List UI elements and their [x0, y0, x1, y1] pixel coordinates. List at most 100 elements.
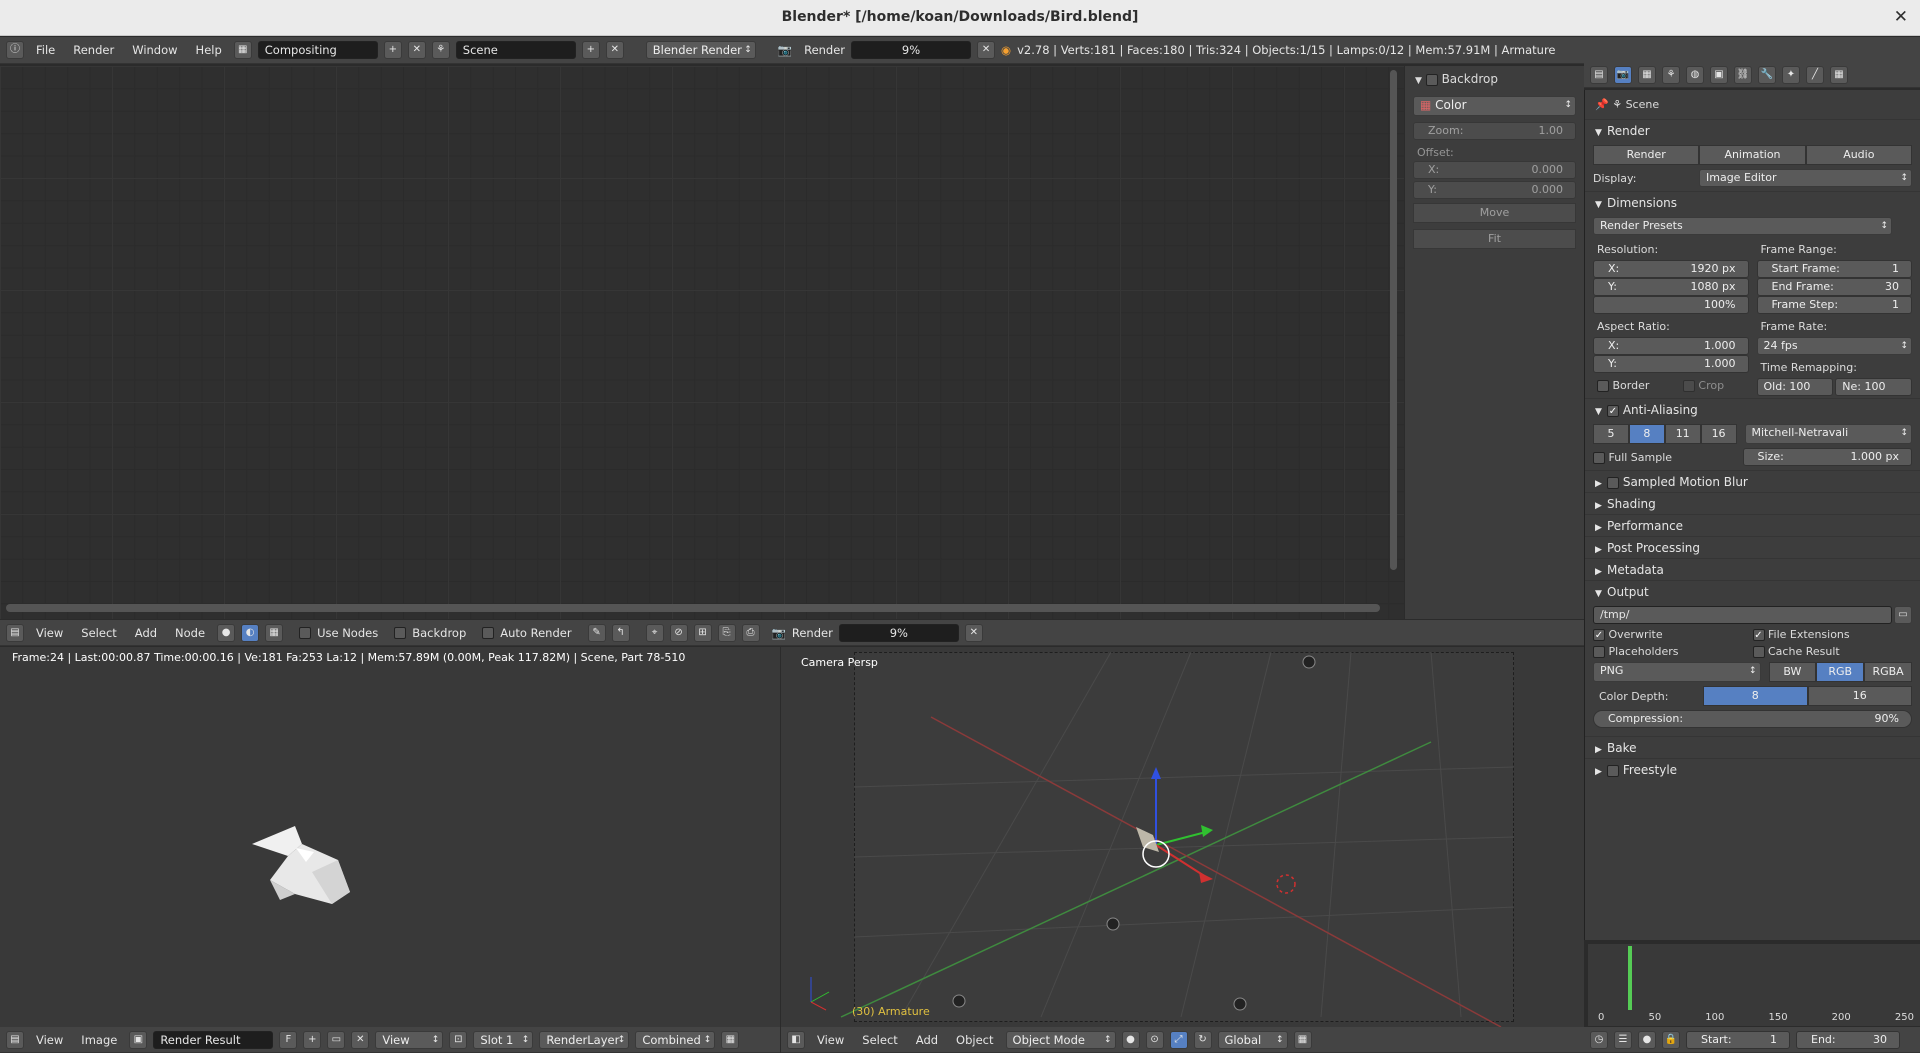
motion-blur-checkbox[interactable] [1607, 476, 1619, 489]
viewport-menu-object[interactable]: Object [950, 1033, 999, 1047]
menu-render[interactable]: Render [67, 43, 120, 57]
image-view-mode-dropdown[interactable]: View [375, 1030, 444, 1049]
shader-nodes-icon[interactable]: ● [217, 623, 236, 642]
color-depth-16[interactable]: 16 [1807, 686, 1912, 706]
render-audio-button[interactable]: Audio [1805, 145, 1912, 165]
placeholders-checkbox[interactable] [1593, 646, 1605, 658]
render-panel-header[interactable]: ▼ Render [1585, 119, 1920, 141]
unlink-image-icon[interactable]: ✕ [351, 1030, 370, 1049]
node-editor-canvas[interactable] [0, 66, 1404, 619]
open-image-icon[interactable]: ▭ [327, 1030, 346, 1049]
motion-blur-panel-header[interactable]: ▶ Sampled Motion Blur [1585, 470, 1920, 492]
close-icon[interactable]: ✕ [1894, 7, 1908, 27]
backdrop-checkbox[interactable] [1425, 73, 1438, 86]
lock-icon[interactable]: 🔒 [1662, 1030, 1680, 1049]
viewport-menu-add[interactable]: Add [910, 1033, 944, 1047]
object-tab-icon[interactable]: ▣ [1710, 65, 1728, 84]
editor-type-icon[interactable]: ▤ [6, 623, 24, 642]
backdrop-channel-dropdown[interactable]: ▦ Color [1413, 96, 1576, 116]
display-dropdown[interactable]: Image Editor [1699, 169, 1912, 187]
freestyle-panel-header[interactable]: ▶ Freestyle [1585, 758, 1920, 780]
viewport-canvas[interactable]: Camera Persp (30) Armature [781, 647, 1584, 1027]
color-depth-8[interactable]: 8 [1703, 686, 1808, 706]
properties-type-icon[interactable]: ▤ [1590, 65, 1608, 84]
fake-user-button[interactable]: F [279, 1030, 298, 1049]
image-menu-image[interactable]: Image [75, 1033, 123, 1047]
anti-aliasing-checkbox[interactable] [1607, 404, 1619, 417]
add-scene-icon[interactable]: + [581, 41, 600, 59]
aa-filter-dropdown[interactable]: Mitchell-Netravali [1744, 424, 1912, 444]
parent-icon[interactable]: ↰ [611, 623, 630, 642]
info-editor-icon[interactable]: ⓘ [6, 41, 24, 59]
record-icon[interactable]: ● [1638, 1030, 1656, 1049]
viewport-menu-view[interactable]: View [811, 1033, 850, 1047]
rotate-manipulator-icon[interactable]: ↻ [1193, 1030, 1212, 1049]
render-animation-button[interactable]: Animation [1699, 145, 1806, 165]
dimensions-panel-header[interactable]: ▼ Dimensions [1585, 191, 1920, 213]
performance-panel-header[interactable]: ▶ Performance [1585, 514, 1920, 536]
timeline-area[interactable]: 0 50 100 150 200 250 [1588, 944, 1920, 1026]
manipulator-icon[interactable]: ⤢ [1169, 1030, 1188, 1049]
freestyle-checkbox[interactable] [1607, 764, 1619, 777]
texture-tab-icon[interactable]: ▦ [1830, 65, 1848, 84]
remove-screen-icon[interactable]: ✕ [407, 41, 426, 59]
screen-layout-icon[interactable]: ▦ [233, 41, 252, 59]
node-menu-add[interactable]: Add [129, 626, 163, 640]
image-name-field[interactable]: Render Result [153, 1030, 274, 1049]
aa-samples-16[interactable]: 16 [1700, 424, 1737, 444]
image-editor-canvas[interactable]: Frame:24 | Last:00:00.87 Time:00:00.16 |… [0, 647, 780, 1027]
render-layer-dropdown[interactable]: RenderLayer [539, 1030, 630, 1049]
fps-dropdown[interactable]: 24 fps [1756, 337, 1912, 355]
metadata-panel-header[interactable]: ▶ Metadata [1585, 558, 1920, 580]
current-frame-marker[interactable] [1628, 946, 1632, 1010]
output-panel-header[interactable]: ▼ Output [1585, 580, 1920, 602]
orientation-dropdown[interactable]: Global [1217, 1030, 1288, 1049]
pin-context-icon[interactable]: 📌 [1595, 98, 1609, 111]
pin-icon[interactable]: ✎ [587, 623, 606, 642]
overwrite-checkbox[interactable] [1593, 629, 1605, 641]
image-browse-icon[interactable]: ▣ [129, 1030, 148, 1049]
display-channels-icon[interactable]: ▦ [721, 1030, 740, 1049]
bake-panel-header[interactable]: ▶ Bake [1585, 736, 1920, 758]
copy-icon[interactable]: ⎘ [717, 623, 736, 642]
color-mode-rgb[interactable]: RGB [1816, 662, 1865, 682]
timeline-type-icon[interactable]: ◷ [1590, 1030, 1608, 1049]
node-menu-view[interactable]: View [30, 626, 69, 640]
color-mode-bw[interactable]: BW [1768, 662, 1817, 682]
timeline-menu-icon[interactable]: ☰ [1614, 1030, 1632, 1049]
anti-aliasing-panel-header[interactable]: ▼ Anti-Aliasing [1585, 398, 1920, 420]
cancel-node-render-icon[interactable]: ✕ [964, 623, 983, 642]
res-x-field[interactable]: X: 1920 px [1593, 260, 1749, 278]
compression-slider[interactable]: Compression: 90% [1593, 710, 1912, 728]
post-processing-panel-header[interactable]: ▶ Post Processing [1585, 536, 1920, 558]
world-tab-icon[interactable]: ◍ [1686, 65, 1704, 84]
pivot-icon[interactable]: ⊡ [449, 1030, 468, 1049]
image-menu-view[interactable]: View [30, 1033, 69, 1047]
menu-help[interactable]: Help [190, 43, 228, 57]
aa-samples-5[interactable]: 5 [1593, 424, 1629, 444]
compositing-nodes-icon[interactable]: ◐ [241, 623, 260, 642]
aspect-x-field[interactable]: X: 1.000 [1593, 337, 1749, 355]
node-editor-vscrollbar[interactable] [1390, 70, 1397, 570]
backdrop-toggle-checkbox[interactable] [394, 626, 407, 639]
aa-samples-8[interactable]: 8 [1628, 424, 1665, 444]
render-tab-icon[interactable]: 📷 [1614, 65, 1632, 84]
node-editor-hscrollbar[interactable] [6, 604, 1380, 612]
new-image-icon[interactable]: + [303, 1030, 322, 1049]
res-percent-field[interactable]: 100% [1593, 296, 1749, 314]
start-frame-field[interactable]: Start Frame: 1 [1756, 260, 1912, 278]
snap-element-icon[interactable]: ⊞ [693, 623, 712, 642]
layers-icon[interactable]: ▦ [1293, 1030, 1312, 1049]
offset-x-field[interactable]: X: 0.000 [1413, 161, 1576, 179]
remove-scene-icon[interactable]: ✕ [605, 41, 624, 59]
menu-file[interactable]: File [30, 43, 61, 57]
border-checkbox[interactable] [1597, 380, 1609, 392]
pivot-point-icon[interactable]: ⊙ [1145, 1030, 1164, 1049]
object-mode-dropdown[interactable]: Object Mode [1005, 1030, 1116, 1049]
screen-layout-field[interactable]: Compositing [257, 41, 378, 59]
fit-button[interactable]: Fit [1413, 229, 1576, 249]
browse-folder-icon[interactable]: ▭ [1894, 606, 1912, 624]
render-presets-dropdown[interactable]: Render Presets [1593, 217, 1892, 235]
constraints-tab-icon[interactable]: ⛓ [1734, 65, 1752, 84]
layers-tab-icon[interactable]: ▦ [1638, 65, 1656, 84]
